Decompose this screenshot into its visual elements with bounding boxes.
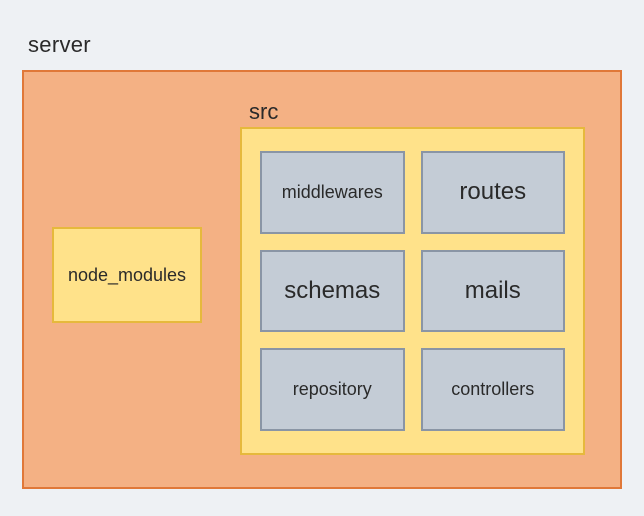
schemas-label: schemas <box>284 277 380 305</box>
src-container: middlewares routes schemas mails reposit… <box>240 127 585 455</box>
mails-label: mails <box>465 277 521 305</box>
middlewares-box: middlewares <box>260 151 405 234</box>
routes-label: routes <box>459 178 526 206</box>
server-label: server <box>28 32 91 58</box>
routes-box: routes <box>421 151 566 234</box>
repository-label: repository <box>293 379 372 400</box>
node-modules-box: node_modules <box>52 227 202 323</box>
node-modules-label: node_modules <box>68 265 186 286</box>
repository-box: repository <box>260 348 405 431</box>
controllers-label: controllers <box>451 379 534 400</box>
mails-box: mails <box>421 250 566 333</box>
middlewares-label: middlewares <box>282 182 383 203</box>
schemas-box: schemas <box>260 250 405 333</box>
server-container: node_modules src middlewares routes sche… <box>22 70 622 489</box>
src-label: src <box>249 99 278 125</box>
controllers-box: controllers <box>421 348 566 431</box>
